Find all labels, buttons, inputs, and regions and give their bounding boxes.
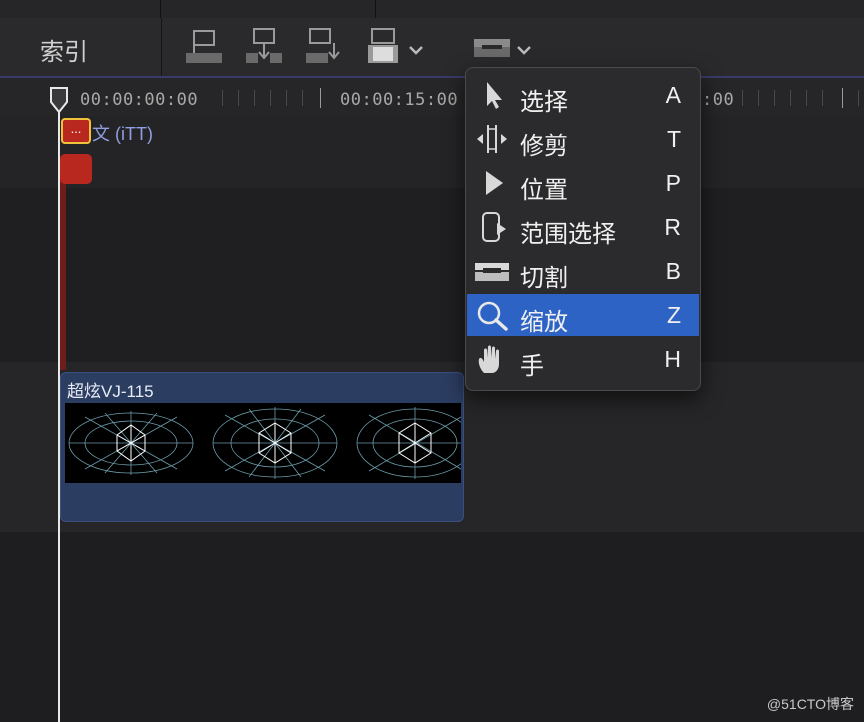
ruler-tick: [302, 90, 303, 106]
ruler-tick: [238, 90, 239, 106]
append-clip-icon: [306, 28, 340, 63]
clip-filmstrip: [65, 403, 461, 483]
menu-item-trim[interactable]: 修剪 T: [467, 118, 699, 160]
filmstrip-thumbnails: [68, 407, 461, 479]
menu-item-zoom[interactable]: 缩放 Z: [467, 294, 699, 336]
watermark: @51CTO博客: [766, 696, 854, 712]
hand-icon: [478, 345, 499, 373]
connect-clip-icon: [186, 30, 222, 63]
tools-menu-button[interactable]: [472, 27, 536, 65]
trim-icon: [477, 125, 507, 153]
ruler-tick: [222, 90, 223, 106]
playhead-line[interactable]: [58, 112, 60, 722]
menu-item-hand[interactable]: 手 H: [467, 338, 699, 380]
menu-item-range-select[interactable]: 范围选择 R: [467, 206, 699, 248]
menu-item-shortcut: A: [665, 82, 681, 108]
ruler-tick: [790, 90, 791, 106]
menu-item-label: 手: [520, 353, 544, 380]
video-clip[interactable]: 超炫VJ-115: [60, 372, 464, 522]
menu-item-label: 选择: [520, 89, 568, 116]
caption-clip-secondary[interactable]: [60, 154, 92, 184]
range-select-icon: [482, 212, 506, 242]
caption-role-label: 文 (iTT): [92, 124, 153, 144]
playhead-handle[interactable]: [49, 86, 69, 119]
menu-item-shortcut: R: [664, 214, 681, 240]
menu-item-shortcut: P: [665, 170, 681, 196]
clip-title: 超炫VJ-115: [67, 382, 154, 401]
menu-item-shortcut: H: [664, 346, 681, 372]
timecode-label: :00: [702, 90, 735, 110]
insert-clip-icon: [246, 28, 282, 63]
timeline-toolbar: 索引: [0, 18, 864, 78]
ruler-tick: [842, 88, 843, 108]
menu-item-label: 切割: [520, 265, 568, 292]
toolbar-divider: [161, 18, 162, 76]
overwrite-clip-icon: [368, 28, 423, 63]
append-clip-button[interactable]: [304, 27, 344, 65]
timeline-ruler[interactable]: 00:00:00:00 00:00:15:00 :00: [0, 78, 864, 116]
divider: [160, 0, 161, 18]
playhead-icon: [50, 87, 68, 114]
menu-item-blade[interactable]: 切割 B: [467, 250, 699, 292]
ruler-tick: [270, 90, 271, 106]
menu-item-label: 位置: [520, 177, 568, 204]
menu-item-shortcut: T: [666, 126, 681, 152]
caption-duration-bar: [60, 170, 66, 370]
position-arrow-icon: [486, 171, 503, 195]
connect-clip-button[interactable]: [184, 27, 224, 65]
tools-popup-menu: 选择 A 修剪 T 位置 P 范围选择 R 切割 B 缩放 Z 手 H: [465, 67, 701, 391]
insert-clip-button[interactable]: [244, 27, 284, 65]
menu-item-label: 缩放: [520, 309, 568, 336]
timecode-label: 00:00:00:00: [80, 90, 199, 110]
magnifier-icon: [477, 301, 508, 331]
caption-clip[interactable]: ...: [61, 118, 91, 144]
ruler-tick: [774, 90, 775, 106]
ruler-tick: [320, 88, 321, 108]
menu-item-shortcut: B: [665, 258, 681, 284]
blade-icon: [475, 263, 509, 281]
menu-item-shortcut: Z: [666, 302, 681, 328]
ruler-tick: [806, 90, 807, 106]
ruler-tick: [858, 90, 859, 106]
ruler-tick: [758, 90, 759, 106]
blade-tool-icon: [474, 39, 531, 57]
menu-item-position[interactable]: 位置 P: [467, 162, 699, 204]
timecode-label: 00:00:15:00: [340, 90, 459, 110]
connected-lane: [0, 188, 864, 362]
menu-item-label: 范围选择: [520, 221, 616, 248]
ruler-tick: [286, 90, 287, 106]
top-bar: [0, 0, 864, 19]
ruler-tick: [822, 90, 823, 106]
arrow-pointer-icon: [487, 82, 502, 109]
menu-item-select[interactable]: 选择 A: [467, 74, 699, 116]
overwrite-clip-button[interactable]: [364, 27, 428, 65]
ruler-tick: [742, 90, 743, 106]
empty-lane: [0, 532, 864, 722]
divider: [375, 0, 376, 18]
menu-item-label: 修剪: [520, 133, 568, 160]
ruler-tick: [254, 90, 255, 106]
index-button[interactable]: 索引: [40, 32, 88, 67]
